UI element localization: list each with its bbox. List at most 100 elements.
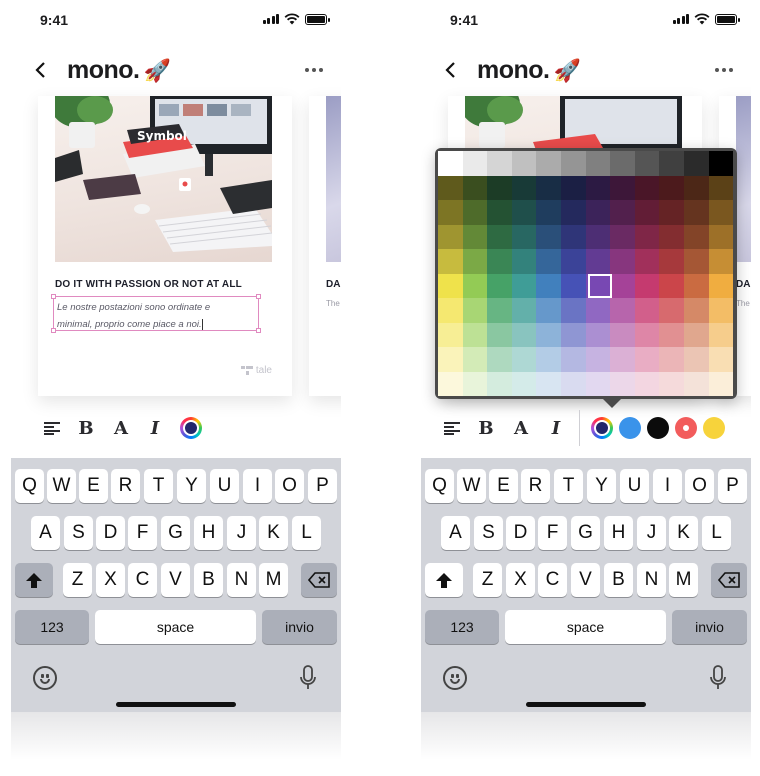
palette-swatch[interactable] — [683, 200, 709, 225]
card-text-field[interactable]: Le nostre postazioni sono ordinate e min… — [51, 294, 261, 333]
key-u[interactable]: U — [620, 469, 649, 503]
palette-swatch[interactable] — [560, 200, 586, 225]
palette-swatch[interactable] — [610, 175, 635, 200]
palette-swatch[interactable] — [708, 273, 734, 298]
palette-swatch[interactable] — [560, 224, 586, 249]
font-button[interactable]: A — [110, 416, 132, 440]
palette-swatch[interactable] — [536, 175, 561, 200]
palette-swatch[interactable] — [659, 322, 684, 347]
palette-swatch[interactable] — [487, 322, 512, 347]
swatch-yellow[interactable] — [703, 416, 725, 440]
palette-swatch[interactable] — [536, 371, 561, 396]
key-t[interactable]: T — [144, 469, 173, 503]
key-o[interactable]: O — [685, 469, 714, 503]
key-k[interactable]: K — [669, 516, 698, 550]
key-u[interactable]: U — [210, 469, 239, 503]
palette-swatch[interactable] — [487, 224, 512, 249]
palette-swatch[interactable] — [511, 224, 537, 249]
key-n[interactable]: N — [227, 563, 256, 597]
palette-swatch[interactable] — [536, 224, 561, 249]
palette-swatch[interactable] — [487, 273, 512, 298]
key-a[interactable]: A — [441, 516, 470, 550]
return-key[interactable]: invio — [672, 610, 747, 644]
palette-swatch[interactable] — [659, 175, 684, 200]
palette-swatch[interactable] — [462, 298, 488, 323]
key-y[interactable]: Y — [177, 469, 206, 503]
font-button[interactable]: A — [510, 416, 532, 440]
palette-swatch[interactable] — [462, 151, 488, 176]
palette-swatch[interactable] — [462, 322, 488, 347]
palette-swatch[interactable] — [585, 175, 611, 200]
key-j[interactable]: J — [637, 516, 666, 550]
palette-swatch[interactable] — [438, 298, 463, 323]
palette-swatch[interactable] — [610, 371, 635, 396]
back-chevron-icon[interactable] — [439, 58, 463, 82]
bold-button[interactable]: B — [475, 416, 497, 440]
delete-key[interactable] — [301, 563, 337, 597]
key-s[interactable]: S — [64, 516, 93, 550]
palette-swatch[interactable] — [708, 347, 734, 372]
key-g[interactable]: G — [571, 516, 600, 550]
more-options-icon[interactable] — [305, 60, 327, 80]
palette-swatch[interactable] — [560, 347, 586, 372]
palette-swatch[interactable] — [659, 371, 684, 396]
delete-key[interactable] — [711, 563, 747, 597]
palette-swatch[interactable] — [511, 175, 537, 200]
palette-swatch[interactable] — [560, 371, 586, 396]
key-y[interactable]: Y — [587, 469, 616, 503]
palette-swatch[interactable] — [659, 224, 684, 249]
key-w[interactable]: W — [457, 469, 486, 503]
palette-swatch[interactable] — [462, 347, 488, 372]
key-v[interactable]: V — [571, 563, 600, 597]
key-q[interactable]: Q — [425, 469, 454, 503]
palette-swatch[interactable] — [585, 151, 611, 176]
key-g[interactable]: G — [161, 516, 190, 550]
palette-swatch[interactable] — [708, 175, 734, 200]
palette-swatch[interactable] — [585, 298, 611, 323]
palette-swatch[interactable] — [659, 200, 684, 225]
story-card-next[interactable]: DA The — [309, 96, 341, 396]
palette-swatch[interactable] — [438, 249, 463, 274]
key-t[interactable]: T — [554, 469, 583, 503]
palette-swatch[interactable] — [536, 200, 561, 225]
swatch-black[interactable] — [647, 416, 669, 440]
microphone-icon[interactable] — [709, 665, 727, 691]
palette-swatch[interactable] — [634, 371, 660, 396]
key-x[interactable]: X — [506, 563, 535, 597]
key-w[interactable]: W — [47, 469, 76, 503]
palette-swatch[interactable] — [487, 347, 512, 372]
palette-swatch[interactable] — [511, 371, 537, 396]
italic-button[interactable]: I — [545, 416, 567, 440]
key-s[interactable]: S — [474, 516, 503, 550]
palette-swatch[interactable] — [560, 151, 586, 176]
palette-swatch[interactable] — [438, 273, 463, 298]
palette-swatch[interactable] — [585, 200, 611, 225]
palette-swatch[interactable] — [708, 322, 734, 347]
key-n[interactable]: N — [637, 563, 666, 597]
palette-swatch[interactable] — [683, 224, 709, 249]
swatch-blue[interactable] — [619, 416, 641, 440]
key-j[interactable]: J — [227, 516, 256, 550]
back-chevron-icon[interactable] — [29, 58, 53, 82]
key-o[interactable]: O — [275, 469, 304, 503]
palette-swatch[interactable] — [683, 249, 709, 274]
palette-swatch[interactable] — [634, 347, 660, 372]
key-m[interactable]: M — [259, 563, 288, 597]
palette-swatch[interactable] — [511, 151, 537, 176]
palette-swatch[interactable] — [610, 200, 635, 225]
palette-swatch[interactable] — [634, 322, 660, 347]
color-picker-button[interactable] — [591, 416, 613, 440]
palette-swatch[interactable] — [462, 371, 488, 396]
palette-swatch[interactable] — [659, 273, 684, 298]
palette-swatch[interactable] — [438, 175, 463, 200]
palette-swatch[interactable] — [683, 371, 709, 396]
palette-swatch[interactable] — [511, 347, 537, 372]
palette-swatch[interactable] — [634, 224, 660, 249]
swatch-coral[interactable] — [675, 416, 697, 440]
palette-swatch[interactable] — [511, 298, 537, 323]
key-x[interactable]: X — [96, 563, 125, 597]
key-c[interactable]: C — [128, 563, 157, 597]
key-v[interactable]: V — [161, 563, 190, 597]
key-e[interactable]: E — [79, 469, 108, 503]
space-key[interactable]: space — [95, 610, 256, 644]
